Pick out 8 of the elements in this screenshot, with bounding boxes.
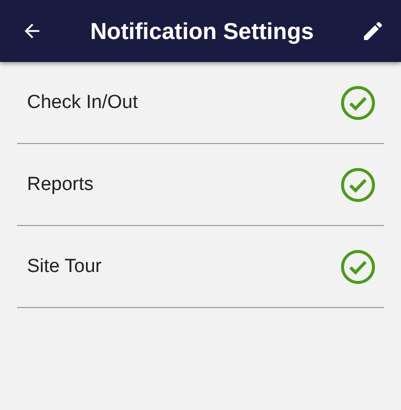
setting-label: Site Tour <box>27 256 102 278</box>
screen-title: Notification Settings <box>90 18 314 44</box>
edit-icon[interactable] <box>361 19 385 43</box>
setting-label: Check In/Out <box>27 92 138 114</box>
check-circle-icon[interactable] <box>340 84 376 120</box>
check-circle-icon[interactable] <box>340 166 376 202</box>
setting-label: Reports <box>27 174 94 196</box>
check-circle-icon[interactable] <box>340 248 376 284</box>
